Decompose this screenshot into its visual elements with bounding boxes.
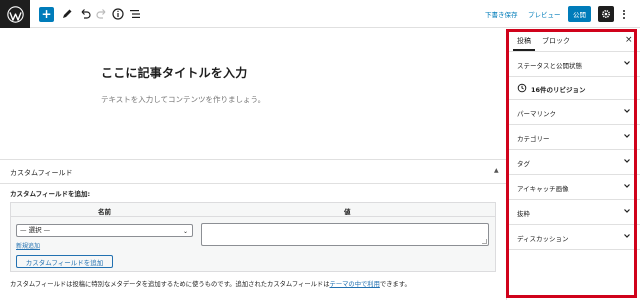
custom-fields-panel: カスタムフィールド ▲ カスタムフィールドを追加: 名前 値 — 選択 — ⌄ …	[0, 159, 506, 300]
settings-sidebar: 投稿 ブロック × ステータスと公開状態 16件のリビジョン パーマリンク カテ…	[506, 29, 640, 300]
new-custom-field-link[interactable]: 新規追加	[16, 241, 40, 250]
more-options-icon[interactable]	[620, 7, 628, 21]
chevron-down-icon: ⌄	[182, 228, 188, 235]
add-custom-field-button[interactable]: カスタムフィールドを追加	[16, 255, 113, 268]
settings-gear-icon[interactable]	[598, 6, 614, 22]
panel-label: カテゴリー	[517, 135, 550, 143]
custom-fields-note: カスタムフィールドは投稿に特別なメタデータを追加するために使うものです。追加され…	[10, 279, 411, 288]
note-text-end: できます。	[379, 281, 411, 288]
post-body-placeholder[interactable]: テキストを入力してコンテンツを作りましょう。	[101, 94, 265, 105]
custom-fields-header[interactable]: カスタムフィールド	[10, 168, 72, 178]
note-text: カスタムフィールドは投稿に特別なメタデータを追加するために使うものです。追加され…	[10, 281, 330, 288]
chevron-down-icon	[624, 159, 630, 163]
revisions-label: 16件のリビジョン	[531, 86, 586, 94]
publish-button[interactable]: 公開	[568, 6, 591, 22]
chevron-down-icon	[624, 134, 630, 138]
chevron-down-icon	[624, 109, 630, 113]
select-value: — 選択 —	[20, 226, 51, 234]
column-header-name: 名前	[98, 208, 111, 216]
panel-discussion[interactable]: ディスカッション	[507, 225, 640, 250]
panel-permalink[interactable]: パーマリンク	[507, 100, 640, 125]
panel-label: タグ	[517, 160, 530, 168]
custom-field-name-select[interactable]: — 選択 — ⌄	[16, 224, 193, 237]
preview-button[interactable]: プレビュー	[528, 9, 561, 19]
custom-field-value-textarea[interactable]	[201, 223, 489, 246]
panel-excerpt[interactable]: 抜粋	[507, 200, 640, 225]
custom-field-table: 名前 値 — 選択 — ⌄ 新規追加 カスタムフィールドを追加	[10, 202, 496, 272]
wordpress-icon[interactable]	[0, 0, 30, 28]
collapse-triangle-icon[interactable]: ▲	[494, 167, 499, 174]
panel-categories[interactable]: カテゴリー	[507, 125, 640, 150]
column-header-value: 値	[344, 208, 351, 216]
chevron-down-icon	[624, 184, 630, 188]
panel-label: アイキャッチ画像	[517, 185, 569, 193]
post-title[interactable]: ここに記事タイトルを入力	[101, 64, 247, 81]
info-icon[interactable]	[111, 6, 125, 22]
pencil-icon[interactable]	[60, 6, 74, 22]
redo-icon[interactable]	[95, 6, 109, 22]
undo-icon[interactable]	[78, 6, 92, 22]
revisions-link[interactable]: 16件のリビジョン	[507, 77, 640, 100]
add-block-button[interactable]: +	[39, 7, 54, 22]
save-draft-button[interactable]: 下書き保存	[485, 9, 518, 19]
active-tab-indicator	[513, 49, 535, 51]
panel-label: ディスカッション	[517, 235, 569, 243]
panel-tags[interactable]: タグ	[507, 150, 640, 175]
panel-featured-image[interactable]: アイキャッチ画像	[507, 175, 640, 200]
tab-post[interactable]: 投稿	[517, 36, 531, 46]
theme-usage-link[interactable]: テーマの中で利用	[330, 281, 380, 288]
list-view-icon[interactable]	[128, 6, 142, 22]
chevron-down-icon	[624, 209, 630, 213]
sidebar-tabs: 投稿 ブロック ×	[507, 29, 640, 52]
tab-block[interactable]: ブロック	[542, 36, 570, 46]
divider	[11, 216, 495, 217]
panel-status-visibility[interactable]: ステータスと公開状態	[507, 52, 640, 77]
history-icon	[517, 83, 527, 93]
divider	[0, 183, 506, 184]
panel-label: パーマリンク	[517, 110, 556, 118]
close-icon[interactable]: ×	[625, 35, 633, 45]
panel-label: 抜粋	[517, 210, 530, 218]
chevron-down-icon	[624, 234, 630, 238]
add-custom-field-label: カスタムフィールドを追加:	[10, 190, 91, 198]
panel-label: ステータスと公開状態	[517, 62, 582, 70]
editor-toolbar: + 下書き保存 プレビュー 公開	[0, 0, 640, 28]
chevron-down-icon	[624, 61, 630, 65]
